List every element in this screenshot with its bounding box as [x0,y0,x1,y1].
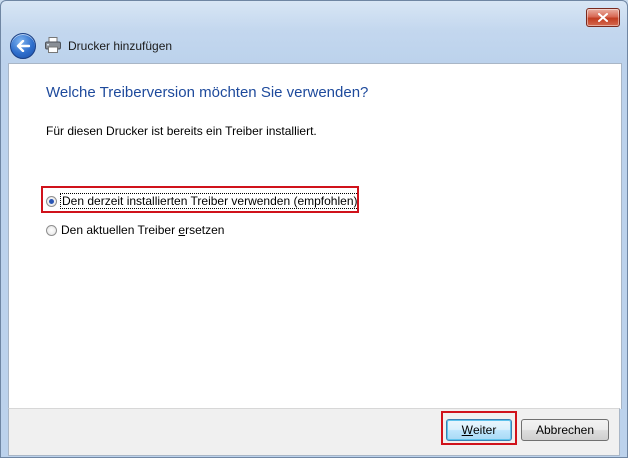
highlight-box-next [441,411,517,445]
page-heading: Welche Treiberversion möchten Sie verwen… [46,84,369,101]
printer-icon [45,37,61,53]
close-icon [598,13,608,22]
page-description: Für diesen Drucker ist bereits ein Treib… [46,124,317,138]
radio-replace-driver[interactable] [46,224,57,236]
back-arrow-icon [16,40,30,52]
back-button[interactable] [10,33,36,59]
option-replace-driver-label-post: rsetzen [185,223,225,237]
window-title: Drucker hinzufügen [68,39,173,53]
wizard-content: Welche Treiberversion möchten Sie verwen… [8,63,622,409]
option-replace-driver-label[interactable]: Den aktuellen Treiber ersetzen [61,223,224,237]
option-replace-driver-label-pre: Den aktuellen Treiber [61,223,179,237]
option-replace-driver[interactable]: Den aktuellen Treiber ersetzen [46,223,224,237]
close-button[interactable] [586,8,620,27]
cancel-button[interactable]: Abbrechen [521,419,609,441]
highlight-box-option [41,186,359,213]
